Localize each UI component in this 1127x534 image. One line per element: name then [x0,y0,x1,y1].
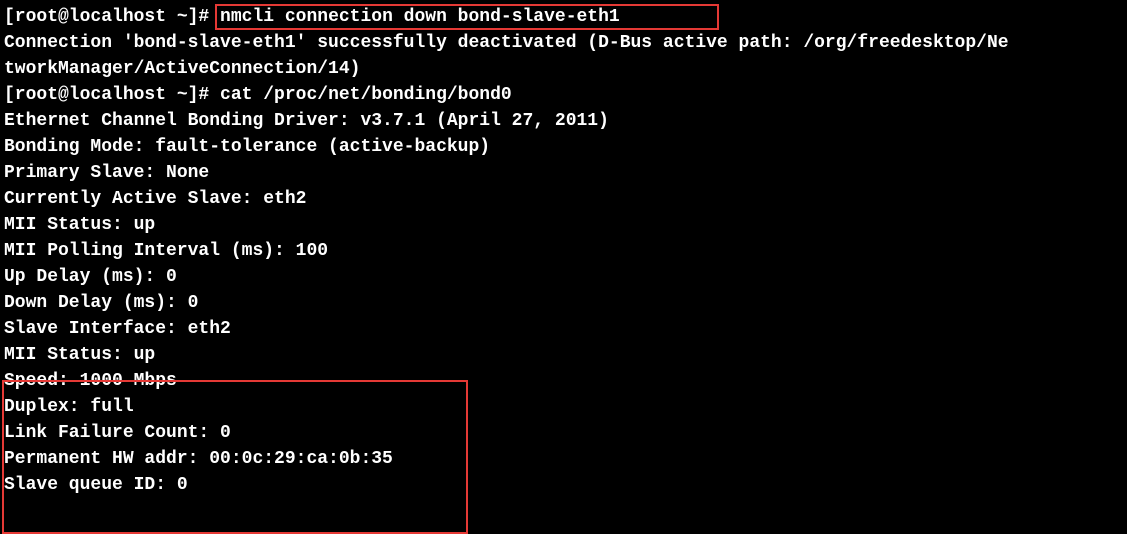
terminal-line: [root@localhost ~]# cat /proc/net/bondin… [4,82,1123,108]
terminal-line: Up Delay (ms): 0 [4,264,1123,290]
shell-prompt: [root@localhost ~]# [4,85,220,105]
terminal-line: MII Status: up [4,212,1123,238]
terminal-line: Slave Interface: eth2 [4,316,1123,342]
terminal-line: Down Delay (ms): 0 [4,290,1123,316]
terminal-line: Speed: 1000 Mbps [4,368,1123,394]
terminal-text: Slave queue ID: 0 [4,475,188,495]
terminal-line: MII Polling Interval (ms): 100 [4,238,1123,264]
terminal-line: Duplex: full [4,394,1123,420]
shell-command: nmcli connection down bond-slave-eth1 [220,7,620,27]
terminal-line: [root@localhost ~]# nmcli connection dow… [4,4,1123,30]
terminal-line: Connection 'bond-slave-eth1' successfull… [4,30,1123,56]
shell-command: cat /proc/net/bonding/bond0 [220,85,512,105]
terminal-line: Slave queue ID: 0 [4,472,1123,498]
terminal-line: Bonding Mode: fault-tolerance (active-ba… [4,134,1123,160]
shell-prompt: [root@localhost ~]# [4,7,220,27]
terminal-line: tworkManager/ActiveConnection/14) [4,56,1123,82]
terminal-line: Permanent HW addr: 00:0c:29:ca:0b:35 [4,446,1123,472]
terminal-line: Primary Slave: None [4,160,1123,186]
terminal-line: Link Failure Count: 0 [4,420,1123,446]
terminal-line: Currently Active Slave: eth2 [4,186,1123,212]
terminal-line: MII Status: up [4,342,1123,368]
terminal-line: Ethernet Channel Bonding Driver: v3.7.1 … [4,108,1123,134]
